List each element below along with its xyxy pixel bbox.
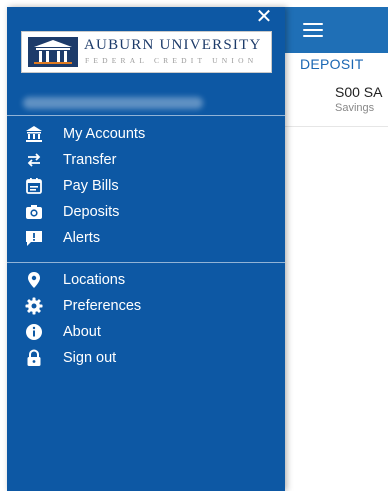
building-logo-icon: [28, 37, 78, 67]
blurred-user-name: [23, 97, 203, 109]
bill-calendar-icon: [26, 178, 42, 194]
close-icon[interactable]: ✕: [255, 7, 273, 27]
menu-item-label: My Accounts: [63, 126, 146, 142]
menu-item-preferences[interactable]: Preferences: [7, 293, 285, 319]
menu-item-transfer[interactable]: Transfer: [7, 147, 285, 173]
menu-item-label: Locations: [63, 272, 126, 288]
menu-item-my-accounts[interactable]: My Accounts: [7, 121, 285, 147]
menu-item-label: Alerts: [63, 230, 101, 246]
divider: [7, 115, 285, 116]
transfer-arrows-icon: [27, 153, 41, 167]
lock-icon: [27, 349, 41, 366]
camera-icon: [26, 205, 42, 219]
credit-union-logo: AUBURN UNIVERSITY FEDERAL CREDIT UNION: [21, 31, 272, 73]
deposit-section-label: DEPOSIT: [300, 56, 364, 72]
logo-title: AUBURN UNIVERSITY: [84, 37, 262, 53]
info-icon: [26, 324, 42, 340]
navigation-drawer: ✕ AUBURN UNIVERSITY FEDERAL CREDIT UNION: [7, 7, 285, 491]
menu-item-sign-out[interactable]: Sign out: [7, 345, 285, 371]
primary-menu: My Accounts Transfer Pay Bills Deposits …: [7, 121, 285, 251]
menu-item-alerts[interactable]: Alerts: [7, 225, 285, 251]
menu-item-locations[interactable]: Locations: [7, 267, 285, 293]
account-row[interactable]: S00 SA Savings: [285, 74, 388, 127]
menu-item-label: Pay Bills: [63, 178, 119, 194]
menu-item-label: Deposits: [63, 204, 120, 220]
menu-item-pay-bills[interactable]: Pay Bills: [7, 173, 285, 199]
location-pin-icon: [28, 272, 40, 288]
alert-message-icon: [26, 231, 42, 246]
menu-item-label: Sign out: [63, 350, 117, 366]
menu-item-label: About: [63, 324, 101, 340]
account-name: S00 SA: [335, 84, 383, 100]
account-type: Savings: [335, 102, 375, 114]
menu-item-about[interactable]: About: [7, 319, 285, 345]
gear-icon: [25, 297, 43, 315]
menu-item-label: Preferences: [63, 298, 142, 314]
menu-item-deposits[interactable]: Deposits: [7, 199, 285, 225]
menu-item-label: Transfer: [63, 152, 117, 168]
secondary-menu: Locations Preferences About Sign out: [7, 267, 285, 371]
divider: [7, 262, 285, 263]
logo-subtitle: FEDERAL CREDIT UNION: [85, 56, 258, 65]
hamburger-menu-icon[interactable]: [303, 23, 323, 37]
app-header: [285, 7, 388, 53]
bank-icon: [26, 126, 42, 142]
